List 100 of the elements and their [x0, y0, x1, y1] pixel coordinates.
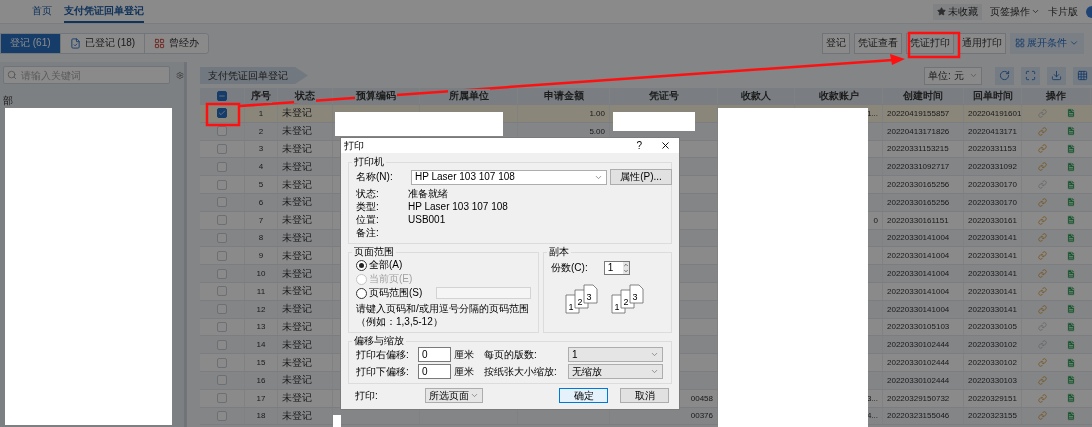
offset-field[interactable]: 0 [418, 364, 451, 379]
expand-filter-button[interactable]: 展开条件 [1010, 32, 1084, 54]
caret-icon [1069, 38, 1079, 48]
link-icon[interactable] [1037, 269, 1047, 279]
document-icon[interactable] [1065, 339, 1076, 350]
link-icon[interactable] [1037, 108, 1047, 118]
column-header: 申请金额 [542, 89, 585, 103]
document-icon[interactable] [1065, 321, 1076, 332]
link-icon[interactable] [1037, 375, 1047, 385]
nav-tab[interactable]: 首页 [32, 0, 52, 23]
filter-tab[interactable]: 登记 (61) [0, 33, 60, 53]
link-icon[interactable] [1037, 144, 1047, 154]
document-icon[interactable] [1065, 197, 1076, 208]
link-icon[interactable] [1037, 180, 1047, 190]
hint-text: 请键入页码和/或用逗号分隔的页码范围 [356, 303, 529, 315]
table-cell: 00458 [690, 393, 713, 403]
link-icon[interactable] [1037, 215, 1047, 225]
table-cell: 20220419155857 [887, 108, 950, 118]
radio-label[interactable]: 页码范围(S) [369, 287, 423, 299]
link-icon[interactable] [1037, 197, 1047, 207]
document-icon[interactable] [1065, 108, 1076, 119]
document-icon[interactable] [1065, 126, 1076, 137]
print-select[interactable]: 所选页面 [425, 388, 483, 403]
copies-spinner[interactable]: 1 [603, 261, 630, 275]
table-cell: 未登记 [282, 373, 312, 388]
field-label: 按纸张大小缩放: [484, 365, 558, 378]
toolbar-button[interactable]: 通用打印 [958, 32, 1006, 54]
link-icon[interactable] [1037, 358, 1047, 368]
table-cell: 17 [256, 393, 266, 403]
document-icon[interactable] [1065, 410, 1076, 421]
document-icon[interactable] [1065, 161, 1076, 172]
settings-icon[interactable] [176, 69, 184, 81]
document-icon[interactable] [1065, 375, 1076, 386]
fullscreen-button[interactable] [1021, 66, 1040, 85]
table-cell: 未登记 [282, 248, 312, 263]
dialog-button[interactable]: 确定 [559, 388, 608, 403]
table-cell: 5.00 [589, 126, 605, 136]
document-icon[interactable] [1065, 232, 1076, 243]
dialog-button[interactable]: 取消 [620, 388, 669, 403]
offset-field[interactable]: 0 [418, 347, 451, 362]
printer-select[interactable]: HP Laser 103 107 108 [411, 169, 607, 185]
document-icon[interactable] [1065, 304, 1076, 315]
document-icon[interactable] [1065, 286, 1076, 297]
link-icon[interactable] [1037, 393, 1047, 403]
document-icon[interactable] [1065, 268, 1076, 279]
table-cell: 20220330141004 [887, 304, 950, 314]
download-button[interactable] [1047, 66, 1066, 85]
document-icon[interactable] [1065, 179, 1076, 190]
document-check-icon [69, 37, 81, 49]
row-checkbox[interactable] [217, 108, 227, 119]
page-number: 3 [586, 292, 591, 302]
close-icon[interactable] [660, 140, 671, 151]
group-title: 副本 [548, 246, 570, 258]
link-icon[interactable] [1037, 411, 1047, 421]
refresh-button[interactable] [995, 66, 1014, 85]
grid-icon [1077, 70, 1088, 81]
filter-tab[interactable]: 曾经办 [144, 33, 209, 53]
table-cell: 20220330103 [968, 375, 1017, 385]
toolbar-button[interactable]: 登记 [822, 32, 850, 54]
table-cell: 未登记 [282, 124, 312, 139]
link-icon[interactable] [1037, 251, 1047, 261]
document-icon[interactable] [1065, 250, 1076, 261]
radio-button[interactable] [356, 259, 367, 271]
link-icon[interactable] [1037, 162, 1047, 172]
radio-button[interactable] [356, 287, 367, 299]
link-icon[interactable] [1037, 286, 1047, 296]
link-icon[interactable] [1037, 126, 1047, 136]
favorite-button[interactable]: 未收藏 [933, 3, 982, 20]
table-cell: 00376 [690, 411, 713, 421]
toolbar-button[interactable]: 凭证查看 [854, 32, 902, 54]
link-icon[interactable] [1037, 322, 1047, 332]
tab-actions-menu[interactable]: 页签操作 [990, 4, 1040, 19]
table-cell: 20220331092 [968, 162, 1017, 172]
column-header: 回单时间 [971, 89, 1014, 103]
radio-label[interactable]: 全部(A) [369, 259, 403, 271]
unit-select[interactable]: 单位: 元 [924, 66, 982, 85]
document-icon[interactable] [1065, 357, 1076, 368]
dropdown[interactable]: 无缩放 [568, 364, 663, 379]
document-icon[interactable] [1065, 144, 1076, 154]
link-icon[interactable] [1037, 304, 1047, 314]
field-label: 名称(N): [356, 171, 394, 183]
download-icon [1051, 70, 1062, 81]
table-cell: 20220330102444 [887, 358, 950, 368]
table-cell: 未登记 [282, 302, 312, 317]
document-icon[interactable] [1065, 215, 1076, 226]
document-icon[interactable] [1065, 393, 1076, 404]
column-header: 预算编码 [355, 89, 397, 103]
tree-item[interactable]: 部 [3, 94, 184, 108]
nav-tab[interactable]: 支付凭证回单登记 [64, 0, 144, 23]
link-icon[interactable] [1037, 340, 1047, 350]
page-number: 2 [623, 297, 628, 307]
help-button[interactable]: ? [636, 139, 642, 152]
select-all-checkbox[interactable] [217, 91, 227, 101]
link-icon[interactable] [1037, 233, 1047, 243]
columns-button[interactable] [1073, 66, 1092, 85]
view-mode-link[interactable]: 卡片版 [1048, 4, 1078, 19]
properties-button[interactable]: 属性(P)... [610, 169, 672, 185]
dropdown[interactable]: 1 [568, 347, 663, 362]
page-range-field[interactable] [436, 287, 532, 299]
table-cell: 未登记 [282, 230, 312, 245]
